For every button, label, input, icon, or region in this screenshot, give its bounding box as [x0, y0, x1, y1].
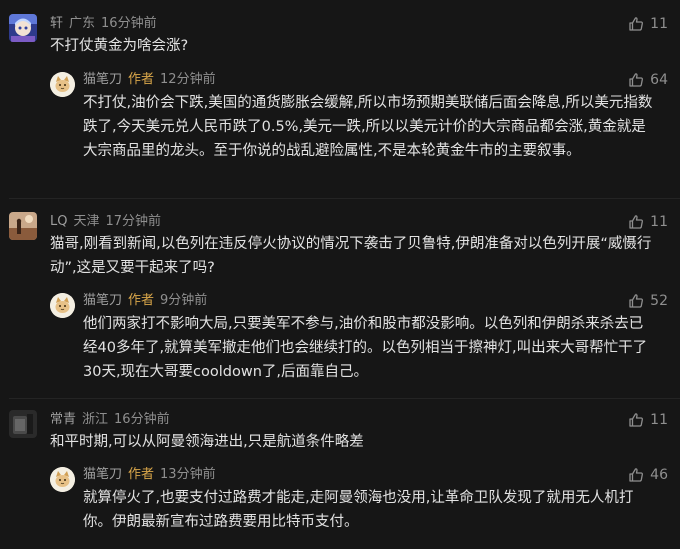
- reply-meta: 猫笔刀 作者 13分钟前: [83, 466, 216, 484]
- like-count: 64: [650, 72, 668, 88]
- user-location: 天津: [73, 214, 100, 229]
- author-name[interactable]: 猫笔刀: [83, 467, 122, 482]
- timestamp: 16分钟前: [114, 412, 170, 427]
- reply-meta: 猫笔刀 作者 12分钟前: [83, 71, 216, 89]
- user-location: 广东: [69, 16, 96, 31]
- avatar[interactable]: [9, 212, 37, 240]
- like-count: 11: [650, 214, 668, 230]
- like-count: 46: [650, 467, 668, 483]
- like-count: 11: [650, 412, 668, 428]
- user-name[interactable]: 轩: [50, 16, 63, 31]
- divider: [9, 198, 680, 199]
- comment-meta: 常青 浙江 16分钟前: [50, 411, 170, 429]
- like-button[interactable]: 11: [628, 213, 668, 231]
- comment-text: 和平时期,可以从阿曼领海进出,只是航道条件略差: [50, 434, 364, 450]
- like-count: 11: [650, 16, 668, 32]
- thumbs-up-icon: [629, 413, 644, 427]
- avatar[interactable]: [9, 410, 37, 438]
- divider: [9, 398, 680, 399]
- thumbs-up-icon: [629, 468, 644, 482]
- like-button[interactable]: 11: [628, 411, 668, 429]
- reply-text: 就算停火了,也要支付过路费才能走,走阿曼领海也没用,让革命卫队发现了就用无人机打…: [83, 490, 634, 530]
- author-name[interactable]: 猫笔刀: [83, 293, 122, 308]
- comment-text: 不打仗黄金为啥会涨?: [50, 38, 189, 54]
- author-badge: 作者: [128, 293, 155, 308]
- like-count: 52: [650, 293, 668, 309]
- author-badge: 作者: [128, 467, 155, 482]
- comment-text: 猫哥,刚看到新闻,以色列在违反停火协议的情况下袭击了贝鲁特,伊朗准备对以色列开展…: [50, 236, 652, 276]
- author-avatar[interactable]: [50, 293, 75, 318]
- comment-meta: 轩广东 16分钟前: [50, 15, 157, 33]
- timestamp: 9分钟前: [160, 293, 208, 308]
- timestamp: 13分钟前: [160, 467, 216, 482]
- user-location: 浙江: [82, 412, 109, 427]
- author-badge: 作者: [128, 72, 155, 87]
- reply-text: 他们两家打不影响大局,只要美军不参与,油价和股市都没影响。以色列和伊朗杀来杀去已…: [83, 316, 648, 380]
- user-name[interactable]: LQ: [50, 214, 67, 229]
- author-avatar[interactable]: [50, 467, 75, 492]
- user-name[interactable]: 常青: [50, 412, 76, 427]
- like-button[interactable]: 52: [628, 292, 668, 310]
- reply-text: 不打仗,油价会下跌,美国的通货膨胀会缓解,所以市场预期美联储后面会降息,所以美元…: [83, 95, 653, 159]
- timestamp: 16分钟前: [101, 16, 157, 31]
- thumbs-up-icon: [629, 17, 644, 31]
- reply-meta: 猫笔刀 作者 9分钟前: [83, 292, 207, 310]
- thumbs-up-icon: [629, 73, 644, 87]
- comment-meta: LQ 天津 17分钟前: [50, 213, 161, 231]
- author-avatar[interactable]: [50, 72, 75, 97]
- like-button[interactable]: 64: [628, 71, 668, 89]
- timestamp: 12分钟前: [160, 72, 216, 87]
- avatar[interactable]: [9, 14, 37, 42]
- thumbs-up-icon: [629, 294, 644, 308]
- like-button[interactable]: 11: [628, 15, 668, 33]
- author-name[interactable]: 猫笔刀: [83, 72, 122, 87]
- timestamp: 17分钟前: [105, 214, 162, 229]
- like-button[interactable]: 46: [628, 466, 668, 484]
- thumbs-up-icon: [629, 215, 644, 229]
